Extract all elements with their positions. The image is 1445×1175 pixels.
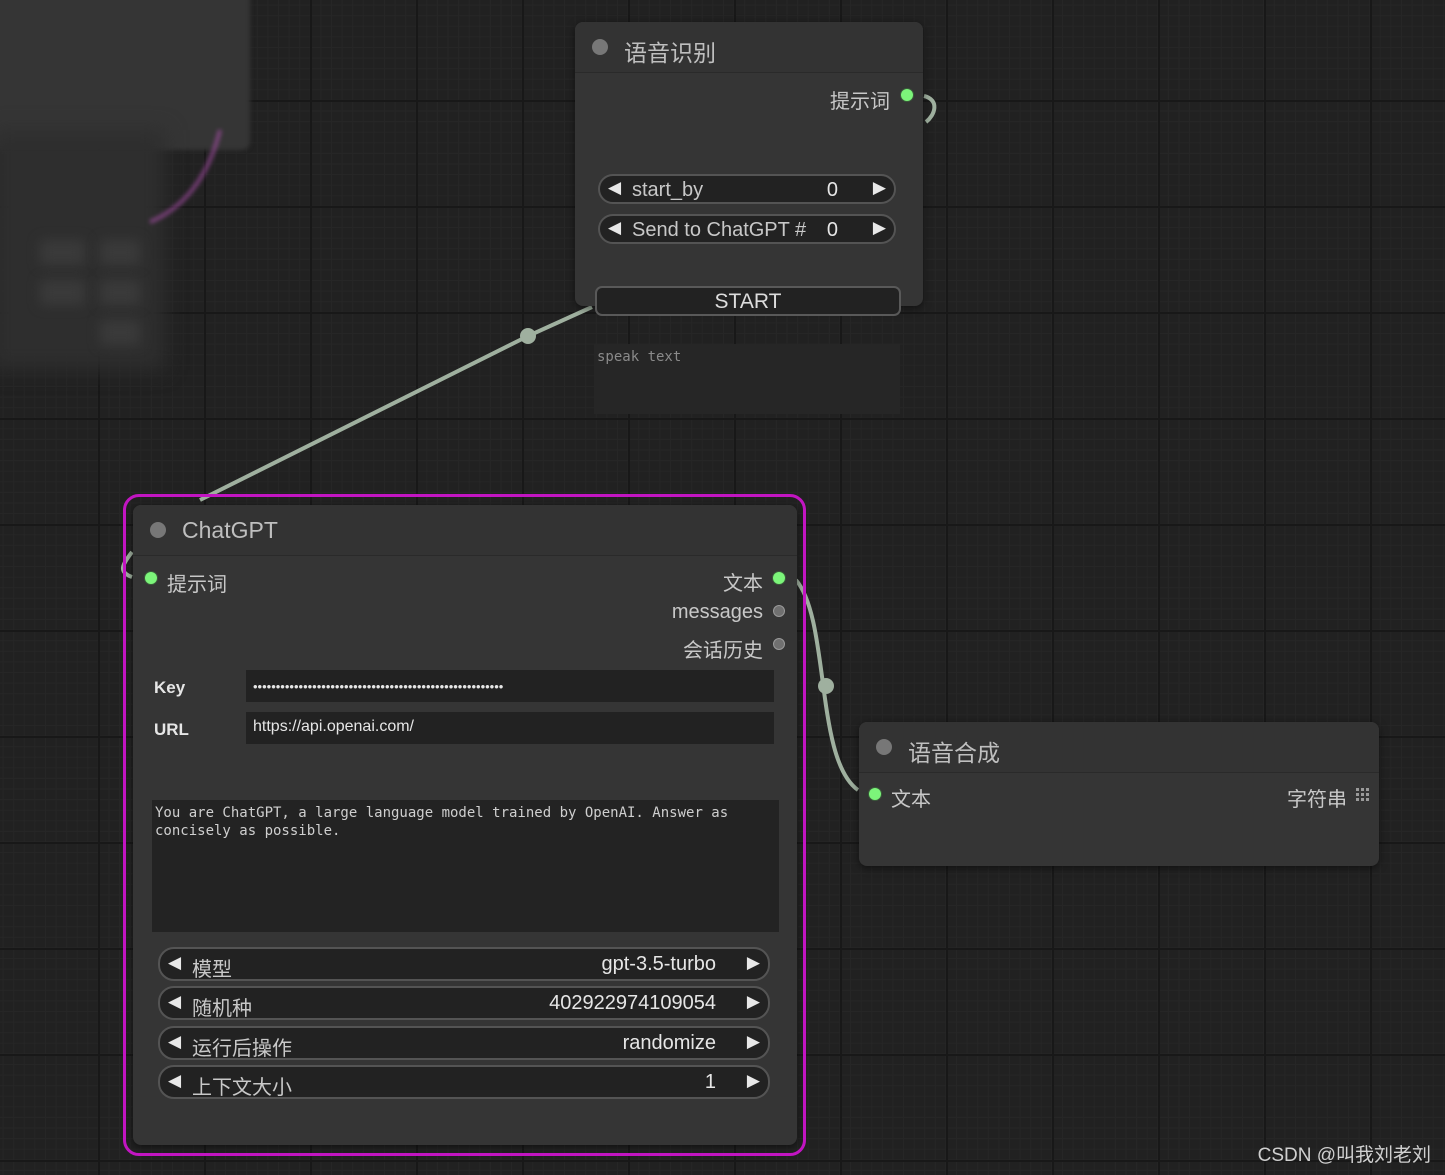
widget-value: 0 — [826, 179, 838, 201]
input-type-label: 字符串 — [1287, 789, 1347, 811]
widget-send-to-chatgpt[interactable]: ◀ Send to ChatGPT # 0 ▶ — [598, 214, 896, 244]
text-to-speech-node[interactable]: 语音合成 文本 字符串 — [859, 722, 1379, 866]
decrement-arrow-icon[interactable]: ◀ — [608, 218, 621, 238]
link-midpoint — [818, 678, 834, 694]
increment-arrow-icon[interactable]: ▶ — [873, 178, 886, 198]
blurred-widget — [100, 320, 140, 345]
output-slot-dot[interactable] — [901, 89, 913, 101]
widget-label: Send to ChatGPT # — [632, 219, 807, 241]
increment-arrow-icon[interactable]: ▶ — [873, 218, 886, 238]
grid-handle-icon[interactable] — [1356, 788, 1369, 801]
collapse-dot-icon[interactable] — [592, 39, 608, 55]
start-button[interactable]: START — [595, 286, 901, 316]
collapse-dot-icon[interactable] — [876, 739, 892, 755]
widget-value: 0 — [826, 219, 838, 241]
input-slot-dot[interactable] — [869, 788, 881, 800]
blurred-widget — [40, 240, 85, 265]
background-node-blurred — [0, 0, 250, 150]
speak-text-area[interactable]: speak text — [594, 344, 900, 414]
output-slot-label: 提示词 — [830, 91, 890, 113]
link-midpoint — [520, 328, 536, 344]
node-title: 语音合成 — [908, 740, 1000, 766]
speech-recognition-node[interactable]: 语音识别 提示词 ◀ start_by 0 ▶ ◀ Send to ChatGP… — [575, 22, 923, 306]
node-title: 语音识别 — [624, 40, 716, 66]
widget-label: start_by — [632, 179, 704, 201]
blurred-widget — [100, 240, 140, 265]
node-title-bar[interactable]: 语音合成 — [859, 722, 1379, 773]
decrement-arrow-icon[interactable]: ◀ — [608, 178, 621, 198]
watermark: CSDN @叫我刘老刘 — [1257, 1145, 1431, 1166]
widget-start-by[interactable]: ◀ start_by 0 ▶ — [598, 174, 896, 204]
link-speech-out — [923, 94, 937, 124]
input-slot-label: 文本 — [891, 789, 931, 811]
node-title-bar[interactable]: 语音识别 — [575, 22, 923, 73]
blurred-widget — [100, 280, 140, 305]
selection-outline — [123, 494, 806, 1156]
blurred-widget — [40, 280, 85, 305]
link-speech-to-chatgpt — [199, 305, 593, 502]
